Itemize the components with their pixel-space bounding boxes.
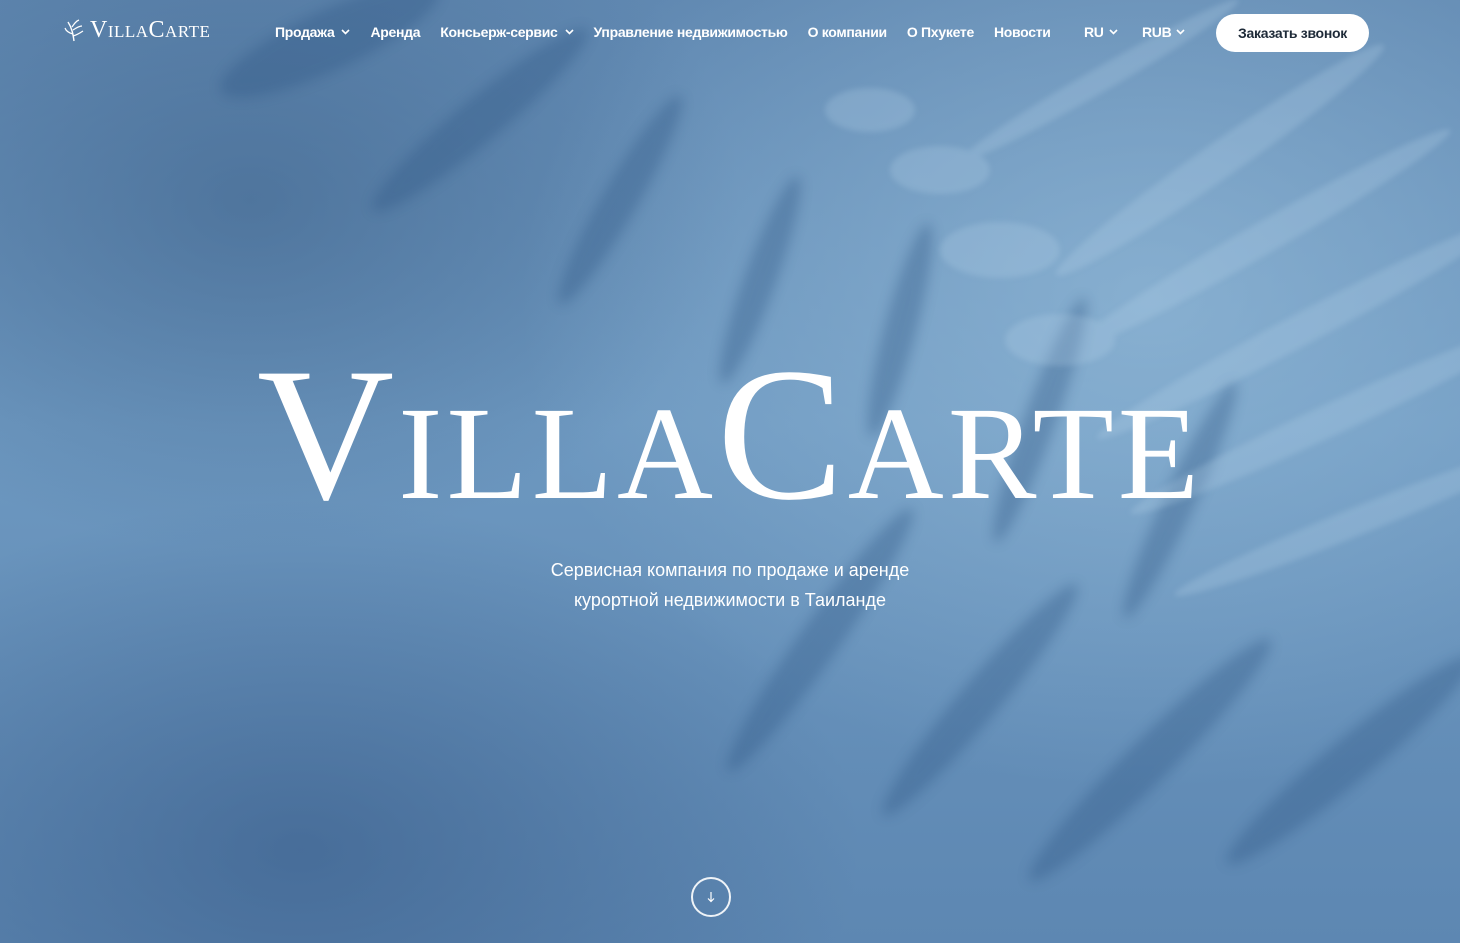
hero-subtitle-line: Сервисная компания по продаже и аренде	[550, 560, 910, 580]
nav-item-label: Консьерж-сервис	[440, 24, 558, 40]
nav-item-rent[interactable]: Аренда	[370, 24, 420, 40]
hero-title: VillaCarte	[256, 330, 1204, 540]
nav-item-label: Продажа	[275, 24, 335, 40]
nav-item-about[interactable]: О компании	[807, 24, 888, 40]
chevron-down-icon	[1109, 29, 1118, 35]
chevron-down-icon	[564, 29, 574, 35]
nav-item-label: Новости	[993, 24, 1051, 40]
nav-item-label: Аренда	[370, 24, 421, 40]
hero-subtitle: Сервисная компания по продаже и аренде к…	[0, 555, 1460, 615]
palm-leaf-logo-icon	[64, 19, 84, 42]
logo[interactable]: VillaCarte	[64, 18, 210, 42]
site-header: VillaCarte Продажа Аренда Консьерж-серви…	[0, 0, 1460, 66]
nav-item-label: О компании	[807, 24, 888, 40]
nav-item-sale[interactable]: Продажа	[275, 24, 351, 40]
logo-text: VillaCarte	[90, 17, 211, 43]
nav-item-news[interactable]: Новости	[994, 24, 1051, 40]
nav-item-about-phuket[interactable]: О Пхукете	[907, 24, 974, 40]
chevron-down-icon	[1176, 29, 1186, 35]
main-nav: Продажа Аренда Консьерж-сервис Управлени…	[275, 24, 1071, 40]
scroll-down-button[interactable]	[691, 877, 731, 917]
language-value: RU	[1084, 24, 1104, 40]
nav-item-label: Управление недвижимостью	[593, 24, 788, 40]
nav-item-label: О Пхукете	[906, 24, 974, 40]
currency-select[interactable]: RUB	[1142, 24, 1186, 40]
arrow-down-icon	[707, 892, 715, 903]
currency-value: RUB	[1142, 24, 1172, 40]
nav-item-concierge[interactable]: Консьерж-сервис	[440, 24, 574, 40]
hero-subtitle-line: курортной недвижимости в Таиланде	[573, 590, 886, 610]
chevron-down-icon	[341, 29, 351, 35]
request-call-button[interactable]: Заказать звонок	[1216, 14, 1369, 52]
nav-item-property-management[interactable]: Управление недвижимостью	[594, 24, 788, 40]
language-select[interactable]: RU	[1084, 24, 1118, 40]
